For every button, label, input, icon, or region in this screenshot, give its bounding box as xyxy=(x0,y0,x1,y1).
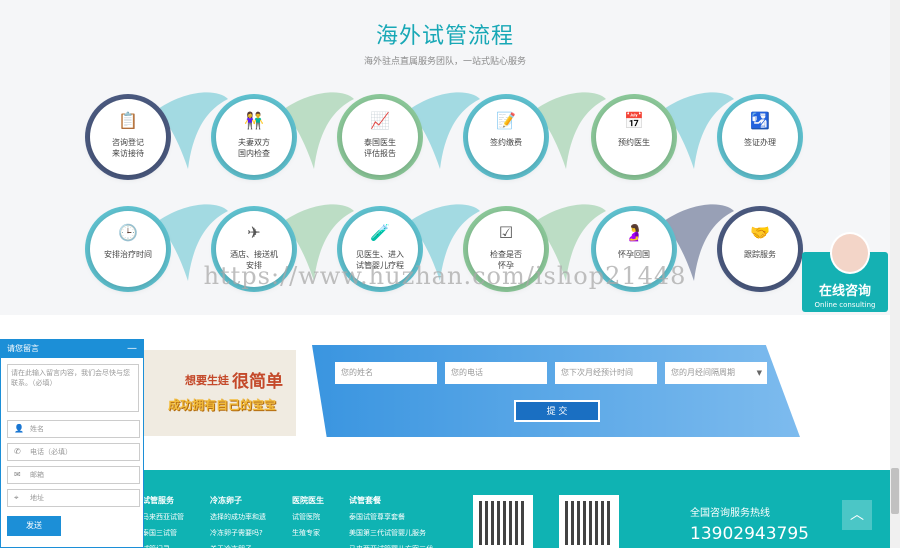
mail-icon: ✉ xyxy=(14,470,21,479)
process-step: 👫 夫妻双方 国内检查 xyxy=(216,99,292,175)
footer-link[interactable]: 泰国试管尊享套餐 xyxy=(349,509,433,525)
chevron-down-icon: ▼ xyxy=(756,369,762,377)
process-step: 📈 泰国医生 评估报告 xyxy=(342,99,418,175)
promo-banner[interactable]: 想要生娃 很简单 成功拥有自己的宝宝 xyxy=(140,350,296,436)
cycle-select[interactable]: 您的月经间隔周期 ▼ xyxy=(665,362,767,384)
step-label: 签证办理 xyxy=(744,138,776,147)
footer-column-heading: 试管服务 xyxy=(142,496,174,505)
online-consult-button[interactable]: 在线咨询 Online consulting xyxy=(802,232,888,312)
process-step: 📝 签约缴费 xyxy=(468,99,544,175)
appointment-form-background xyxy=(312,345,800,437)
banner-text-2: 很简单 xyxy=(232,372,283,392)
chat-title: 请您留言 xyxy=(7,344,39,353)
clock-icon: 🕒 xyxy=(118,223,138,242)
minimize-icon[interactable]: — xyxy=(127,340,137,358)
watermark: https://www.huzhan.com/ishop21448 xyxy=(203,262,687,290)
phone-icon: ✆ xyxy=(14,447,21,456)
footer-column-heading: 冷冻卵子 xyxy=(210,496,242,505)
step-label: 安排治疗时间 xyxy=(104,250,152,259)
footer-link[interactable]: 泰国三试管 xyxy=(142,525,184,541)
hotline-label: 全国咨询服务热线 xyxy=(690,508,770,519)
footer-link[interactable]: 马来西亚试管 xyxy=(142,509,184,525)
process-step: 🛂 签证办理 xyxy=(722,99,798,175)
qr-code-2 xyxy=(559,495,619,548)
chat-field-label: 地址 xyxy=(30,494,44,502)
footer-column: 试管服务马来西亚试管 泰国三试管 试管记录 xyxy=(142,493,184,557)
step-label: 泰国医生 评估报告 xyxy=(364,138,396,158)
airplane-icon: ✈ xyxy=(247,223,261,242)
footer-link[interactable]: 试管医院 xyxy=(292,509,324,525)
location-icon: ⌖ xyxy=(14,493,19,502)
step-label: 怀孕回国 xyxy=(618,250,650,259)
report-icon: 📈 xyxy=(370,111,390,130)
qr-code-1 xyxy=(473,495,533,548)
footer-link[interactable]: 马来西亚试管婴儿方案三代 xyxy=(349,541,433,557)
leave-message-panel: 请您留言 — 请在此输入留言内容，我们会尽快与您联系。（必填） 👤 姓名 ✆ 电话（必… xyxy=(0,339,144,548)
footer-column: 医院医生试管医院 生殖专家 xyxy=(292,493,324,541)
hotline-number: 13902943795 xyxy=(690,524,809,544)
scrollbar-thumb[interactable] xyxy=(891,468,899,514)
consult-main-label: 在线咨询 xyxy=(818,284,871,299)
process-step: 📋 咨询登记 来访接待 xyxy=(90,99,166,175)
calendar-icon: 📅 xyxy=(624,111,644,130)
chat-field-label: 电话（必填） xyxy=(30,448,72,456)
cycle-select-label: 您的月经间隔周期 xyxy=(671,368,735,377)
person-icon: 👤 xyxy=(14,424,24,433)
step-label: 跟踪服务 xyxy=(744,250,776,259)
checklist-icon: ☑ xyxy=(498,223,514,242)
chat-field[interactable]: 👤 姓名 xyxy=(7,420,140,438)
consultant-avatar xyxy=(830,232,870,274)
banner-text-3: 成功拥有自己的宝宝 xyxy=(168,398,277,412)
footer-link[interactable]: 生殖专家 xyxy=(292,525,324,541)
step-label: 预约医生 xyxy=(618,138,650,147)
process-step: 📅 预约医生 xyxy=(596,99,672,175)
chat-field-label: 邮箱 xyxy=(30,471,44,479)
step-label: 夫妻双方 国内检查 xyxy=(238,138,270,158)
section-title: 海外试管流程 xyxy=(375,24,514,49)
step-label: 签约缴费 xyxy=(490,138,522,147)
message-textarea[interactable]: 请在此输入留言内容，我们会尽快与您联系。（必填） xyxy=(7,364,139,412)
footer-column-heading: 试管套餐 xyxy=(349,496,381,505)
follow-up-icon: 🤝 xyxy=(750,223,770,242)
passport-icon: 🛂 xyxy=(750,111,770,130)
step-label: 咨询登记 来访接待 xyxy=(112,138,144,158)
clipboard-icon: 📋 xyxy=(118,111,138,130)
couple-icon: 👫 xyxy=(244,111,264,130)
footer-link[interactable]: 冷冻卵子需要吗? xyxy=(210,525,266,541)
phone-input[interactable]: 您的电话 xyxy=(445,362,547,384)
consult-sub-label: Online consulting xyxy=(814,301,876,309)
chat-header: 请您留言 — xyxy=(1,340,143,358)
test-tube-icon: 🧪 xyxy=(370,223,390,242)
next-period-input[interactable]: 您下次月经预计时间 xyxy=(555,362,657,384)
name-input[interactable]: 您的姓名 xyxy=(335,362,437,384)
chat-field[interactable]: ✆ 电话（必填） xyxy=(7,443,140,461)
back-to-top-button[interactable]: ︿ xyxy=(842,500,872,530)
submit-button[interactable]: 提 交 xyxy=(514,400,600,422)
pregnant-icon: 🤰 xyxy=(624,223,644,242)
footer-link[interactable]: 美国第三代试管婴儿服务 xyxy=(349,525,433,541)
footer-link[interactable]: 选择的成功率和遗 xyxy=(210,509,266,525)
footer-column-heading: 医院医生 xyxy=(292,496,324,505)
footer-column: 冷冻卵子选择的成功率和遗 冷冻卵子需要吗? 关于冷冻卵子 xyxy=(210,493,266,557)
contract-icon: 📝 xyxy=(496,111,516,130)
send-button[interactable]: 发送 xyxy=(7,516,61,536)
banner-text-1: 想要生娃 xyxy=(185,374,229,387)
footer-column: 试管套餐泰国试管尊享套餐 美国第三代试管婴儿服务 马来西亚试管婴儿方案三代 xyxy=(349,493,433,557)
chat-field[interactable]: ✉ 邮箱 xyxy=(7,466,140,484)
section-subtitle: 海外驻点直属服务团队，一站式贴心服务 xyxy=(363,57,526,67)
chat-field[interactable]: ⌖ 地址 xyxy=(7,489,140,507)
scrollbar-track[interactable] xyxy=(890,0,900,548)
footer-link[interactable]: 关于冷冻卵子 xyxy=(210,541,266,557)
footer-link[interactable]: 试管记录 xyxy=(142,541,184,557)
chat-field-label: 姓名 xyxy=(30,425,44,433)
